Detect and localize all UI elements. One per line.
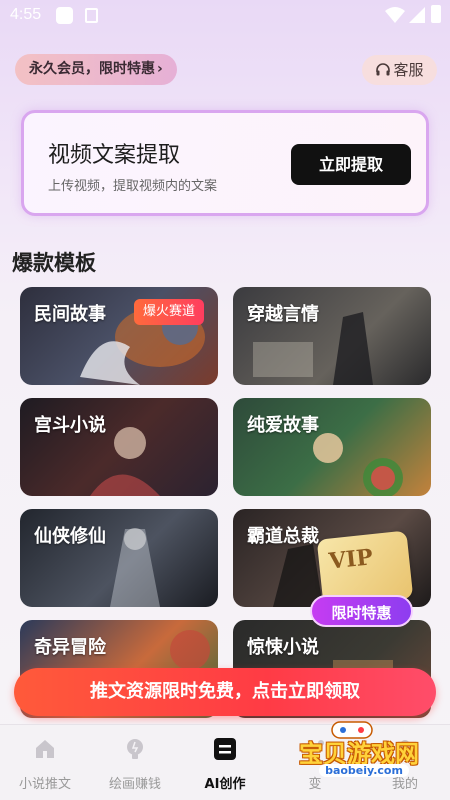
template-card-folk-story[interactable]: 民间故事 爆火赛道 bbox=[20, 287, 218, 385]
template-label: 霸道总裁 bbox=[247, 526, 319, 547]
template-label: 仙侠修仙 bbox=[34, 526, 106, 547]
free-resources-banner[interactable]: 推文资源限时免费，点击立即领取 bbox=[14, 668, 436, 716]
nav-label: 小说推文 bbox=[18, 777, 71, 792]
nav-item-paint-earn[interactable]: 绘画赚钱 bbox=[90, 725, 180, 800]
nav-item-novel-promo[interactable]: 小说推文 bbox=[0, 725, 90, 800]
home-icon bbox=[36, 740, 54, 758]
ai-create-icon bbox=[214, 738, 236, 760]
status-time: 4:55 bbox=[10, 6, 42, 23]
section-title-templates: 爆款模板 bbox=[12, 251, 96, 275]
nav-label: AI创作 bbox=[204, 777, 246, 792]
template-card-pure-love[interactable]: 纯爱故事 bbox=[233, 398, 431, 496]
watermark-logo: 宝贝游戏网 baobeiy.com bbox=[275, 718, 450, 800]
headset-icon bbox=[376, 63, 391, 76]
template-label: 纯爱故事 bbox=[247, 415, 319, 436]
template-label: 穿越言情 bbox=[247, 304, 319, 325]
customer-service-label: 客服 bbox=[393, 61, 424, 79]
bulb-icon bbox=[127, 739, 143, 759]
nav-label: 绘画赚钱 bbox=[108, 777, 161, 792]
template-label: 惊悚小说 bbox=[247, 637, 319, 658]
wifi-icon bbox=[385, 7, 405, 23]
vip-ticket-text: VIP bbox=[327, 544, 375, 575]
template-label: 民间故事 bbox=[34, 304, 106, 325]
vip-promo-pill[interactable]: 永久会员，限时特惠 › bbox=[15, 54, 177, 85]
chevron-right-icon: › bbox=[157, 61, 163, 77]
extract-now-button[interactable]: 立即提取 bbox=[291, 144, 411, 185]
nav-item-ai-create[interactable]: AI创作 bbox=[180, 725, 270, 800]
vip-offer-floating-button[interactable]: VIP 限时特惠 bbox=[310, 530, 415, 630]
battery-icon bbox=[431, 5, 441, 23]
template-card-time-travel[interactable]: 穿越言情 bbox=[233, 287, 431, 385]
template-card-palace-drama[interactable]: 宫斗小说 bbox=[20, 398, 218, 496]
customer-service-button[interactable]: 客服 bbox=[362, 55, 437, 85]
notification-icon bbox=[85, 8, 98, 23]
template-label: 奇异冒险 bbox=[34, 637, 106, 658]
video-extract-card[interactable]: 视频文案提取 上传视频，提取视频内的文案 立即提取 bbox=[21, 110, 429, 216]
notification-icon bbox=[56, 7, 73, 24]
vip-offer-label: 限时特惠 bbox=[310, 595, 413, 627]
status-bar: 4:55 bbox=[0, 0, 450, 32]
watermark-url: baobeiy.com bbox=[319, 764, 409, 777]
template-card-xianxia[interactable]: 仙侠修仙 bbox=[20, 509, 218, 607]
extract-subtitle: 上传视频，提取视频内的文案 bbox=[48, 179, 218, 194]
signal-icon bbox=[409, 7, 425, 23]
template-label: 宫斗小说 bbox=[34, 415, 106, 436]
vip-promo-label: 永久会员，限时特惠 bbox=[29, 61, 155, 77]
hot-badge: 爆火赛道 bbox=[133, 299, 204, 325]
extract-title: 视频文案提取 bbox=[48, 143, 181, 168]
